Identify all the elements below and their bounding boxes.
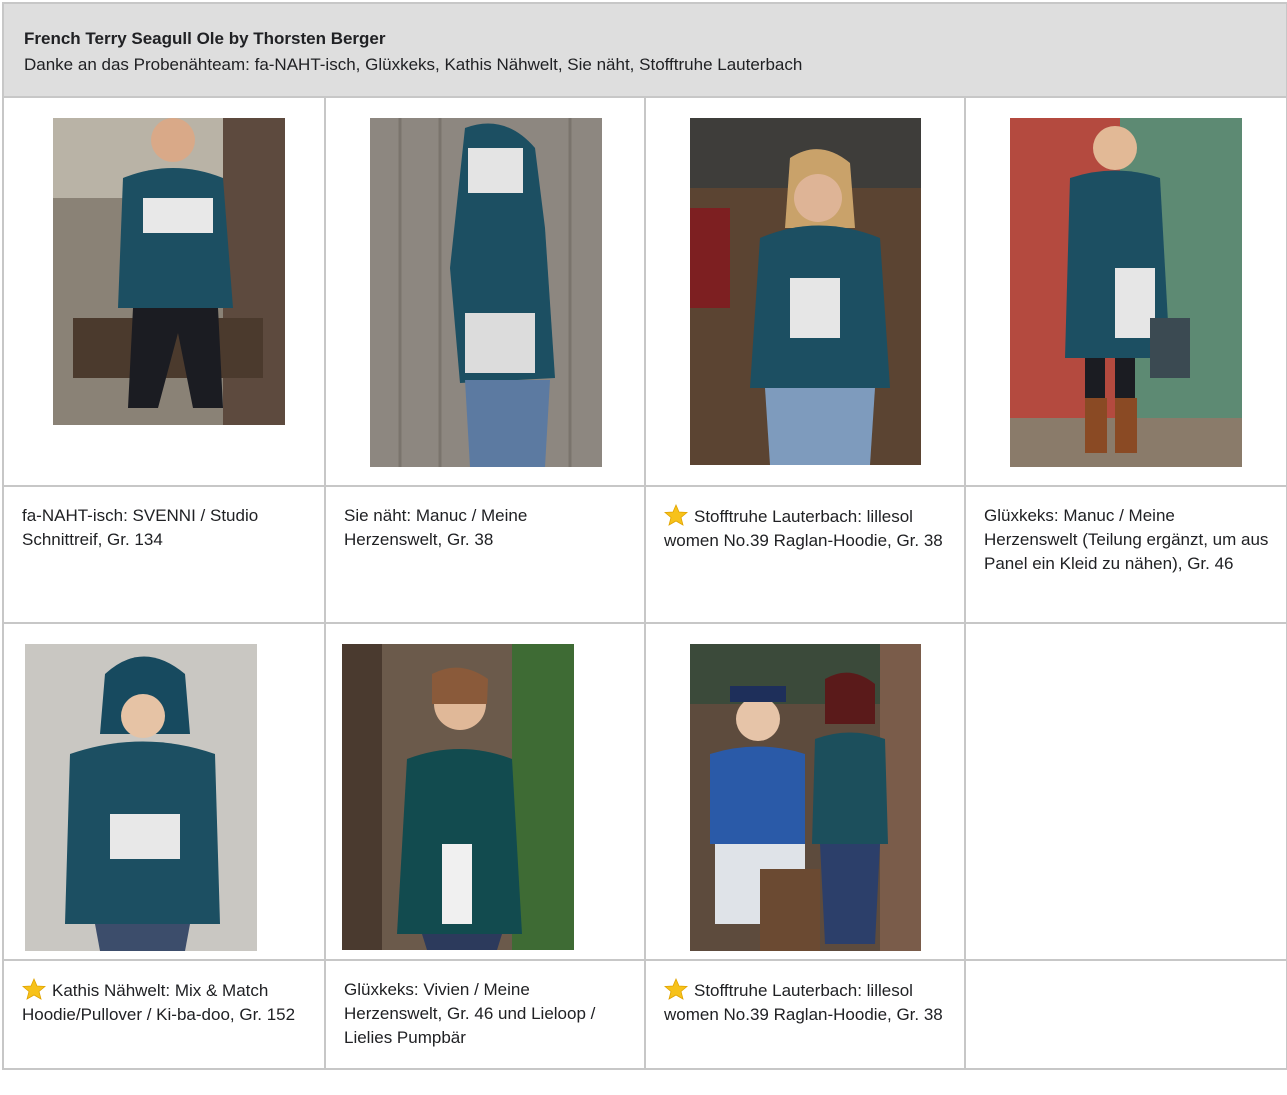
- star-icon: [664, 504, 688, 526]
- caption-text: Glüxkeks: Vivien / Meine Herzenswelt, Gr…: [344, 980, 596, 1047]
- hoodie-back-photo: [370, 118, 602, 467]
- caption-text: Stofftruhe Lauterbach: lillesol women No…: [664, 981, 943, 1024]
- caption-text: Stofftruhe Lauterbach: lillesol women No…: [664, 507, 943, 550]
- caption-text: Sie näht: Manuc / Meine Herzenswelt, Gr.…: [344, 506, 528, 549]
- caption-cell[interactable]: Stofftruhe Lauterbach: lillesol women No…: [644, 485, 966, 624]
- caption-text: fa-NAHT-isch: SVENNI / Studio Schnittrei…: [22, 506, 259, 549]
- photo-cell[interactable]: [644, 622, 966, 961]
- caption-cell[interactable]: Glüxkeks: Vivien / Meine Herzenswelt, Gr…: [324, 959, 646, 1070]
- photo-cell[interactable]: [644, 96, 966, 487]
- photo-cell[interactable]: [324, 622, 646, 961]
- caption-cell[interactable]: Glüxkeks: Manuc / Meine Herzenswelt (Tei…: [963, 485, 1287, 624]
- photo-cell[interactable]: [2, 96, 326, 487]
- caption-cell[interactable]: fa-NAHT-isch: SVENNI / Studio Schnittrei…: [2, 485, 326, 624]
- photo-cell[interactable]: [963, 96, 1287, 487]
- caption-text: Kathis Nähwelt: Mix & Match Hoodie/Pullo…: [22, 981, 296, 1024]
- sheet-subtitle: Danke an das Probenähteam: fa-NAHT-isch,…: [24, 55, 803, 74]
- star-icon: [664, 978, 688, 1000]
- empty-cell[interactable]: [963, 622, 1287, 961]
- caption-cell[interactable]: Sie näht: Manuc / Meine Herzenswelt, Gr.…: [324, 485, 646, 624]
- sheet-title: French Terry Seagull Ole by Thorsten Ber…: [24, 29, 386, 48]
- caption-cell[interactable]: Kathis Nähwelt: Mix & Match Hoodie/Pullo…: [2, 959, 326, 1070]
- caption-text: Glüxkeks: Manuc / Meine Herzenswelt (Tei…: [984, 506, 1269, 573]
- woman-seagull-photo: [342, 644, 574, 950]
- photo-cell[interactable]: [324, 96, 646, 487]
- caption-cell[interactable]: Stofftruhe Lauterbach: lillesol women No…: [644, 959, 966, 1070]
- star-icon: [22, 978, 46, 1000]
- woman-dress-photo: [1010, 118, 1242, 467]
- photo-cell[interactable]: [2, 622, 326, 961]
- woman-hoodie-photo: [690, 118, 921, 465]
- boy-sweatshirt-photo: [53, 118, 285, 425]
- header-cell[interactable]: French Terry Seagull Ole by Thorsten Ber…: [1, 2, 1287, 98]
- empty-cell[interactable]: [963, 959, 1287, 1070]
- gallery-table: French Terry Seagull Ole by Thorsten Ber…: [1, 2, 1287, 1070]
- boy-hoodie-photo: [25, 644, 257, 951]
- woman-sailor-statue-photo: [690, 644, 921, 951]
